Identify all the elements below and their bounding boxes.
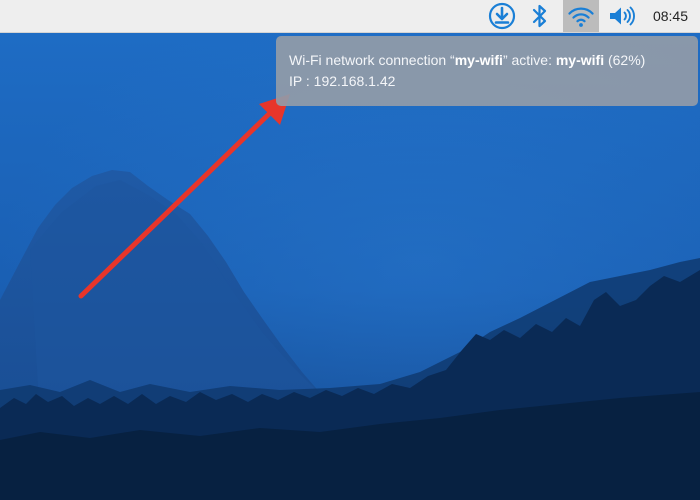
screen: 08:45 Wi-Fi network connection “my-wifi”… bbox=[0, 0, 700, 500]
wifi-tooltip: Wi-Fi network connection “my-wifi” activ… bbox=[276, 36, 698, 106]
clock[interactable]: 08:45 bbox=[653, 0, 688, 32]
taskbar: 08:45 bbox=[0, 0, 700, 33]
tooltip-ip-label: IP : bbox=[289, 73, 314, 89]
tooltip-ssid-quoted: my-wifi bbox=[454, 52, 503, 68]
tooltip-status-line: Wi-Fi network connection “my-wifi” activ… bbox=[289, 50, 698, 71]
tooltip-ip-address: 192.168.1.42 bbox=[313, 73, 396, 89]
wifi-icon[interactable] bbox=[563, 0, 599, 32]
tooltip-middle: ” active: bbox=[502, 52, 556, 68]
download-icon[interactable] bbox=[484, 0, 520, 32]
bluetooth-icon[interactable] bbox=[522, 0, 558, 32]
volume-icon[interactable] bbox=[603, 0, 639, 32]
tooltip-ip-line: IP : 192.168.1.42 bbox=[289, 71, 698, 92]
tooltip-prefix: Wi-Fi network connection “ bbox=[289, 52, 455, 68]
tooltip-strength: (62%) bbox=[604, 52, 646, 68]
tooltip-ssid-active: my-wifi bbox=[555, 52, 605, 68]
